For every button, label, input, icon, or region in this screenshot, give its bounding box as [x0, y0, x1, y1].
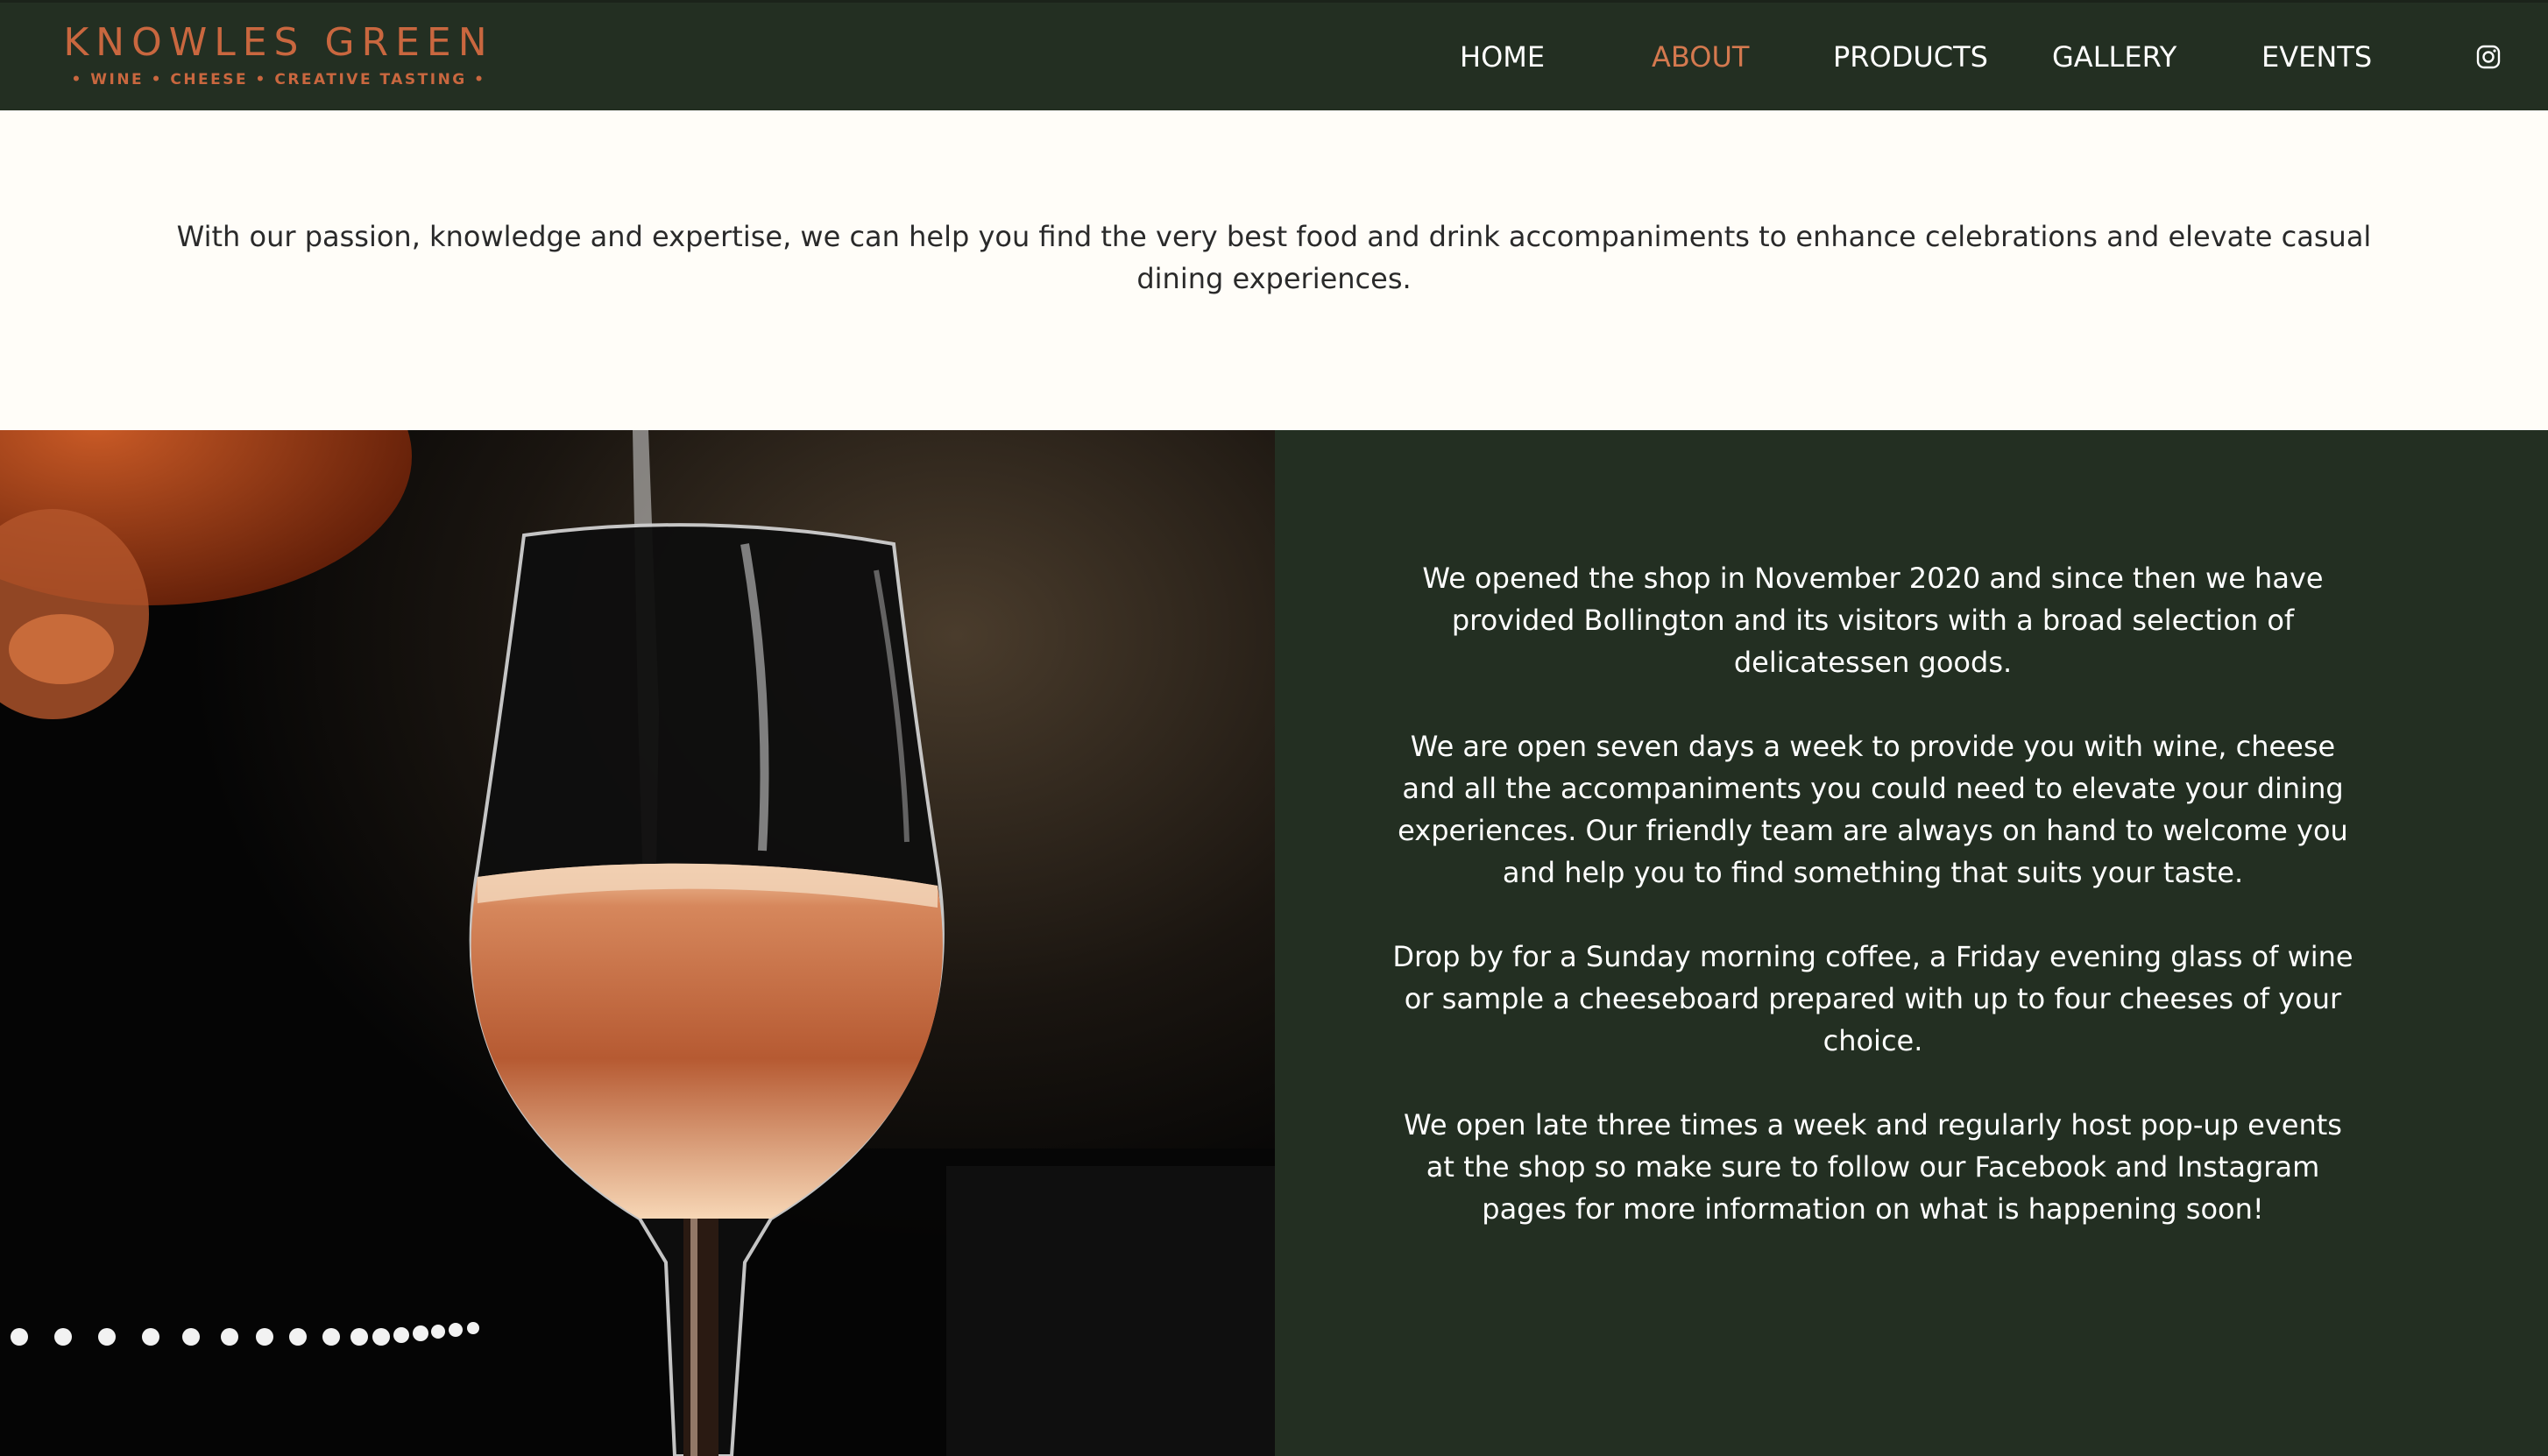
- nav-products[interactable]: PRODUCTS: [1833, 38, 1988, 76]
- nav-gallery[interactable]: GALLERY: [2052, 38, 2176, 76]
- about-paragraph-3: Drop by for a Sunday morning coffee, a F…: [1392, 940, 2353, 1057]
- nav-events[interactable]: EVENTS: [2261, 38, 2372, 76]
- about-paragraph-2: We are open seven days a week to provide…: [1398, 730, 2348, 889]
- brand-logo[interactable]: KNOWLES GREEN • WINE • CHEESE • CREATIVE…: [60, 18, 498, 88]
- about-paragraph-4: We open late three times a week and regu…: [1404, 1108, 2342, 1226]
- nav-home[interactable]: HOME: [1460, 38, 1545, 76]
- nav-about[interactable]: ABOUT: [1652, 38, 1749, 76]
- site-header: KNOWLES GREEN • WINE • CHEESE • CREATIVE…: [0, 0, 2548, 110]
- intro-text: With our passion, knowledge and expertis…: [176, 220, 2372, 295]
- brand-tagline: • WINE • CHEESE • CREATIVE TASTING •: [71, 71, 486, 88]
- wine-glass-photo: [0, 430, 1275, 1456]
- about-paragraph-1: We opened the shop in November 2020 and …: [1422, 562, 2324, 679]
- about-panel: We opened the shop in November 2020 and …: [1275, 430, 2548, 1456]
- instagram-icon[interactable]: [2476, 45, 2501, 69]
- about-text: We opened the shop in November 2020 and …: [1389, 557, 2357, 1272]
- brand-title: KNOWLES GREEN: [63, 20, 494, 65]
